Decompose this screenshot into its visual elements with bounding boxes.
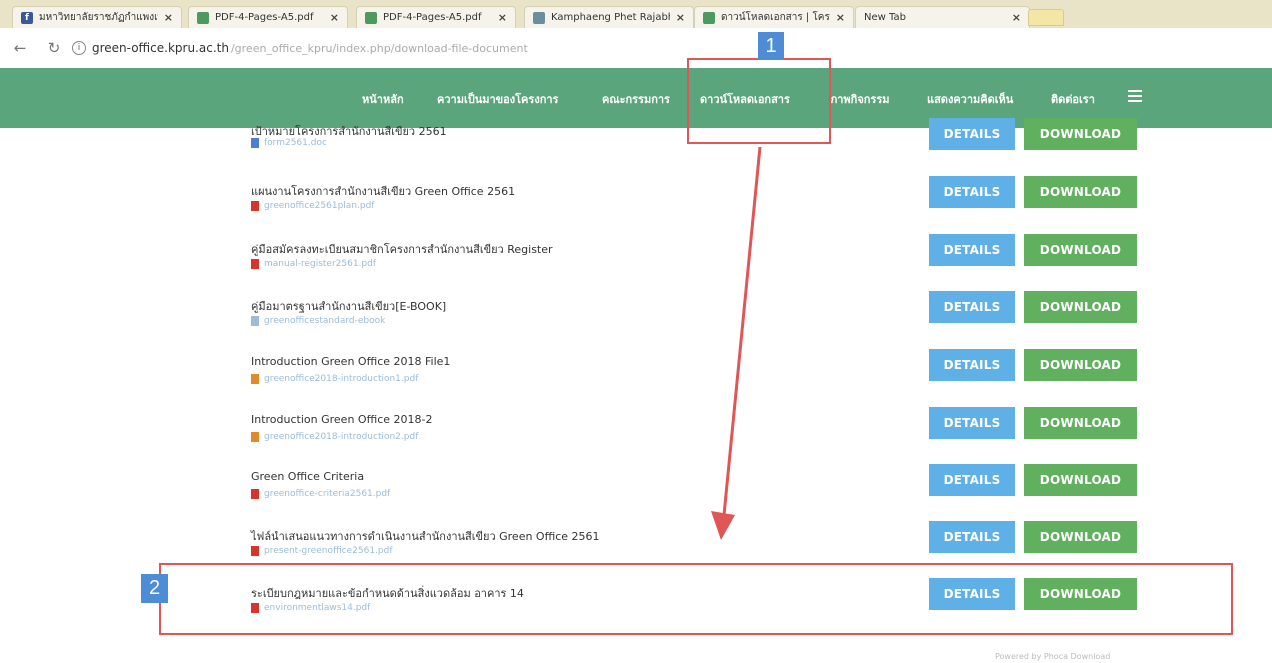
- document-file-link[interactable]: manual-register2561.pdf: [251, 259, 376, 269]
- pdf-icon: [251, 546, 259, 556]
- tab-title: PDF-4-Pages-A5.pdf: [215, 12, 314, 23]
- pdf-icon: [251, 432, 259, 442]
- tab-pdf-2[interactable]: PDF-4-Pages-A5.pdf ×: [356, 6, 516, 28]
- tab-close-icon[interactable]: ×: [836, 11, 845, 24]
- details-button[interactable]: DETAILS: [929, 291, 1015, 323]
- tab-close-icon[interactable]: ×: [676, 11, 685, 24]
- step-badge-1: 1: [758, 32, 784, 60]
- pdf-icon: [251, 259, 259, 269]
- pdf-icon: [251, 489, 259, 499]
- document-title: แผนงานโครงการสำนักงานสีเขียว Green Offic…: [251, 185, 516, 198]
- document-file-link[interactable]: form2561.doc: [251, 138, 327, 148]
- new-tab-button[interactable]: [1028, 9, 1064, 26]
- document-title: คู่มือมาตรฐานสำนักงานสีเขียว[E-BOOK]: [251, 300, 447, 313]
- tab-pdf-1[interactable]: PDF-4-Pages-A5.pdf ×: [188, 6, 348, 28]
- tab-title: ดาวน์โหลดเอกสาร | โครงก...: [721, 12, 830, 23]
- tab-download-documents[interactable]: ดาวน์โหลดเอกสาร | โครงก... ×: [694, 6, 854, 28]
- nav-committee[interactable]: คณะกรรมการ: [602, 90, 670, 108]
- download-button[interactable]: DOWNLOAD: [1024, 234, 1137, 266]
- details-button[interactable]: DETAILS: [929, 521, 1015, 553]
- document-row: แผนงานโครงการสำนักงานสีเขียว Green Offic…: [0, 176, 1272, 239]
- file-icon: [251, 138, 259, 148]
- highlight-box-target-document: [159, 563, 1233, 635]
- footer-credit: Powered by Phoca Download: [995, 652, 1111, 661]
- browser-tab-bar: fมหาวิทยาลัยราชภัฏกำแพงเพ...×PDF-4-Pages…: [0, 0, 1272, 28]
- pdf-icon: [251, 374, 259, 384]
- document-title: ไฟล์นำเสนอแนวทางการดำเนินงานสำนักงานสีเข…: [251, 530, 600, 543]
- nav-comments[interactable]: แสดงความคิดเห็น: [927, 90, 1013, 108]
- download-button[interactable]: DOWNLOAD: [1024, 176, 1137, 208]
- chrome-icon: [703, 11, 715, 24]
- details-button[interactable]: DETAILS: [929, 464, 1015, 496]
- document-title: คู่มือสมัครลงทะเบียนสมาชิกโครงการสำนักงา…: [251, 243, 553, 256]
- document-row: คู่มือมาตรฐานสำนักงานสีเขียว[E-BOOK] gre…: [0, 291, 1272, 354]
- reload-icon[interactable]: ↻: [42, 39, 66, 57]
- nav-contact[interactable]: ติดต่อเรา: [1051, 90, 1095, 108]
- details-button[interactable]: DETAILS: [929, 118, 1015, 150]
- document-row: Green Office Criteria greenoffice-criter…: [0, 464, 1272, 527]
- download-button[interactable]: DOWNLOAD: [1024, 407, 1137, 439]
- tab-close-icon[interactable]: ×: [164, 11, 173, 24]
- highlight-box-nav-download: [687, 58, 831, 144]
- document-file-link[interactable]: greenoffice-criteria2561.pdf: [251, 489, 390, 499]
- tab-close-icon[interactable]: ×: [1012, 11, 1021, 24]
- url-field[interactable]: i green-office.kpru.ac.th /green_office_…: [72, 41, 528, 55]
- step-badge-2: 2: [141, 574, 168, 603]
- details-button[interactable]: DETAILS: [929, 349, 1015, 381]
- tab-title: Kamphaeng Phet Rajabh...: [551, 12, 670, 23]
- tab-title: PDF-4-Pages-A5.pdf: [383, 12, 482, 23]
- download-button[interactable]: DOWNLOAD: [1024, 349, 1137, 381]
- document-title: Introduction Green Office 2018-2: [251, 413, 433, 426]
- details-button[interactable]: DETAILS: [929, 407, 1015, 439]
- tab-university[interactable]: f มหาวิทยาลัยราชภัฏกำแพงเพ... ×: [12, 6, 182, 28]
- url-path: /green_office_kpru/index.php/download-fi…: [230, 41, 528, 55]
- document-row: Introduction Green Office 2018 File1 gre…: [0, 349, 1272, 412]
- document-file-link[interactable]: greenoffice2561plan.pdf: [251, 201, 374, 211]
- tab-title: มหาวิทยาลัยราชภัฏกำแพงเพ...: [39, 12, 158, 23]
- tab-close-icon[interactable]: ×: [498, 11, 507, 24]
- download-button[interactable]: DOWNLOAD: [1024, 464, 1137, 496]
- nav-activity-photos[interactable]: ภาพกิจกรรม: [830, 90, 890, 108]
- url-host: green-office.kpru.ac.th: [92, 41, 229, 55]
- red-arrow-icon: [711, 146, 762, 540]
- document-row: คู่มือสมัครลงทะเบียนสมาชิกโครงการสำนักงา…: [0, 234, 1272, 297]
- tab-new[interactable]: New Tab ×: [855, 6, 1030, 28]
- file-icon: [251, 316, 259, 326]
- details-button[interactable]: DETAILS: [929, 234, 1015, 266]
- document-title: Green Office Criteria: [251, 470, 365, 483]
- info-icon[interactable]: i: [72, 41, 86, 55]
- document-file-link[interactable]: greenoffice2018-introduction2.pdf: [251, 432, 418, 442]
- tab-close-icon[interactable]: ×: [330, 11, 339, 24]
- download-button[interactable]: DOWNLOAD: [1024, 521, 1137, 553]
- document-file-link[interactable]: present-greenoffice2561.pdf: [251, 546, 393, 556]
- download-button[interactable]: DOWNLOAD: [1024, 291, 1137, 323]
- pdf-icon: [251, 201, 259, 211]
- document-title: Introduction Green Office 2018 File1: [251, 355, 451, 368]
- document-row: Introduction Green Office 2018-2 greenof…: [0, 407, 1272, 470]
- document-file-link[interactable]: greenofficestandard-ebook: [251, 316, 385, 326]
- chrome-icon: [197, 11, 209, 24]
- address-bar: ← ↻ i green-office.kpru.ac.th /green_off…: [0, 28, 1272, 68]
- nav-project-background[interactable]: ความเป็นมาของโครงการ: [437, 90, 558, 108]
- tab-kamphaeng-phet[interactable]: Kamphaeng Phet Rajabh... ×: [524, 6, 694, 28]
- globe-icon: [533, 11, 545, 24]
- details-button[interactable]: DETAILS: [929, 176, 1015, 208]
- back-arrow-icon[interactable]: ←: [8, 39, 32, 57]
- hamburger-menu-icon[interactable]: [1128, 90, 1142, 102]
- document-file-link[interactable]: greenoffice2018-introduction1.pdf: [251, 374, 418, 384]
- tab-title: New Tab: [864, 12, 906, 23]
- nav-home[interactable]: หน้าหลัก: [362, 90, 404, 108]
- chrome-icon: [365, 11, 377, 24]
- facebook-icon: f: [21, 11, 33, 24]
- download-button[interactable]: DOWNLOAD: [1024, 118, 1137, 150]
